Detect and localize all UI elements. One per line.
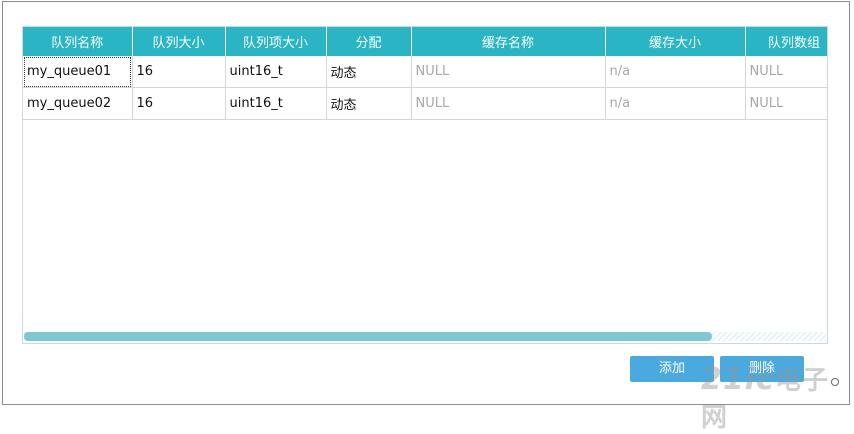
cell-buffer-size[interactable]: n/a — [605, 87, 746, 120]
cell-queue-name[interactable]: my_queue02 — [23, 87, 133, 120]
cell-queue-name[interactable]: my_queue01 — [23, 56, 133, 88]
table-header-row: 队列名称 队列大小 队列项大小 分配 缓存名称 缓存大小 队列数组 — [23, 27, 827, 56]
cell-queue-size[interactable]: 16 — [132, 56, 226, 88]
delete-button[interactable]: 删除 — [720, 356, 804, 382]
table-row[interactable]: my_queue01 16 uint16_t 动态 NULL n/a NULL — [23, 56, 827, 88]
table-row[interactable]: my_queue02 16 uint16_t 动态 NULL n/a NULL — [23, 87, 827, 120]
cell-item-size[interactable]: uint16_t — [225, 56, 327, 88]
cell-buffer-name[interactable]: NULL — [411, 87, 606, 120]
cell-allocation[interactable]: 动态 — [326, 56, 412, 88]
queue-table: 队列名称 队列大小 队列项大小 分配 缓存名称 缓存大小 队列数组 my_que… — [23, 27, 827, 120]
horizontal-scrollbar[interactable] — [24, 332, 826, 341]
column-header-queue-size[interactable]: 队列大小 — [132, 27, 226, 56]
column-header-queue-name[interactable]: 队列名称 — [23, 27, 133, 56]
column-header-buffer-size[interactable]: 缓存大小 — [605, 27, 746, 56]
column-header-item-size[interactable]: 队列项大小 — [225, 27, 327, 56]
queue-table-panel: 队列名称 队列大小 队列项大小 分配 缓存名称 缓存大小 队列数组 my_que… — [22, 26, 828, 344]
cell-queue-size[interactable]: 16 — [132, 87, 226, 120]
cell-allocation[interactable]: 动态 — [326, 87, 412, 120]
column-header-queue-array[interactable]: 队列数组 — [745, 27, 827, 56]
column-header-allocation[interactable]: 分配 — [326, 27, 412, 56]
cell-buffer-size[interactable]: n/a — [605, 56, 746, 88]
add-button[interactable]: 添加 — [630, 356, 714, 382]
dialog-frame: 队列名称 队列大小 队列项大小 分配 缓存名称 缓存大小 队列数组 my_que… — [2, 1, 850, 433]
cell-item-size[interactable]: uint16_t — [225, 87, 327, 120]
cell-queue-array[interactable]: NULL — [745, 87, 827, 120]
scrollbar-thumb[interactable] — [24, 332, 712, 341]
column-header-buffer-name[interactable]: 缓存名称 — [411, 27, 606, 56]
cell-buffer-name[interactable]: NULL — [411, 56, 606, 88]
cell-queue-array[interactable]: NULL — [745, 56, 827, 88]
resize-grip-icon[interactable] — [831, 378, 839, 386]
